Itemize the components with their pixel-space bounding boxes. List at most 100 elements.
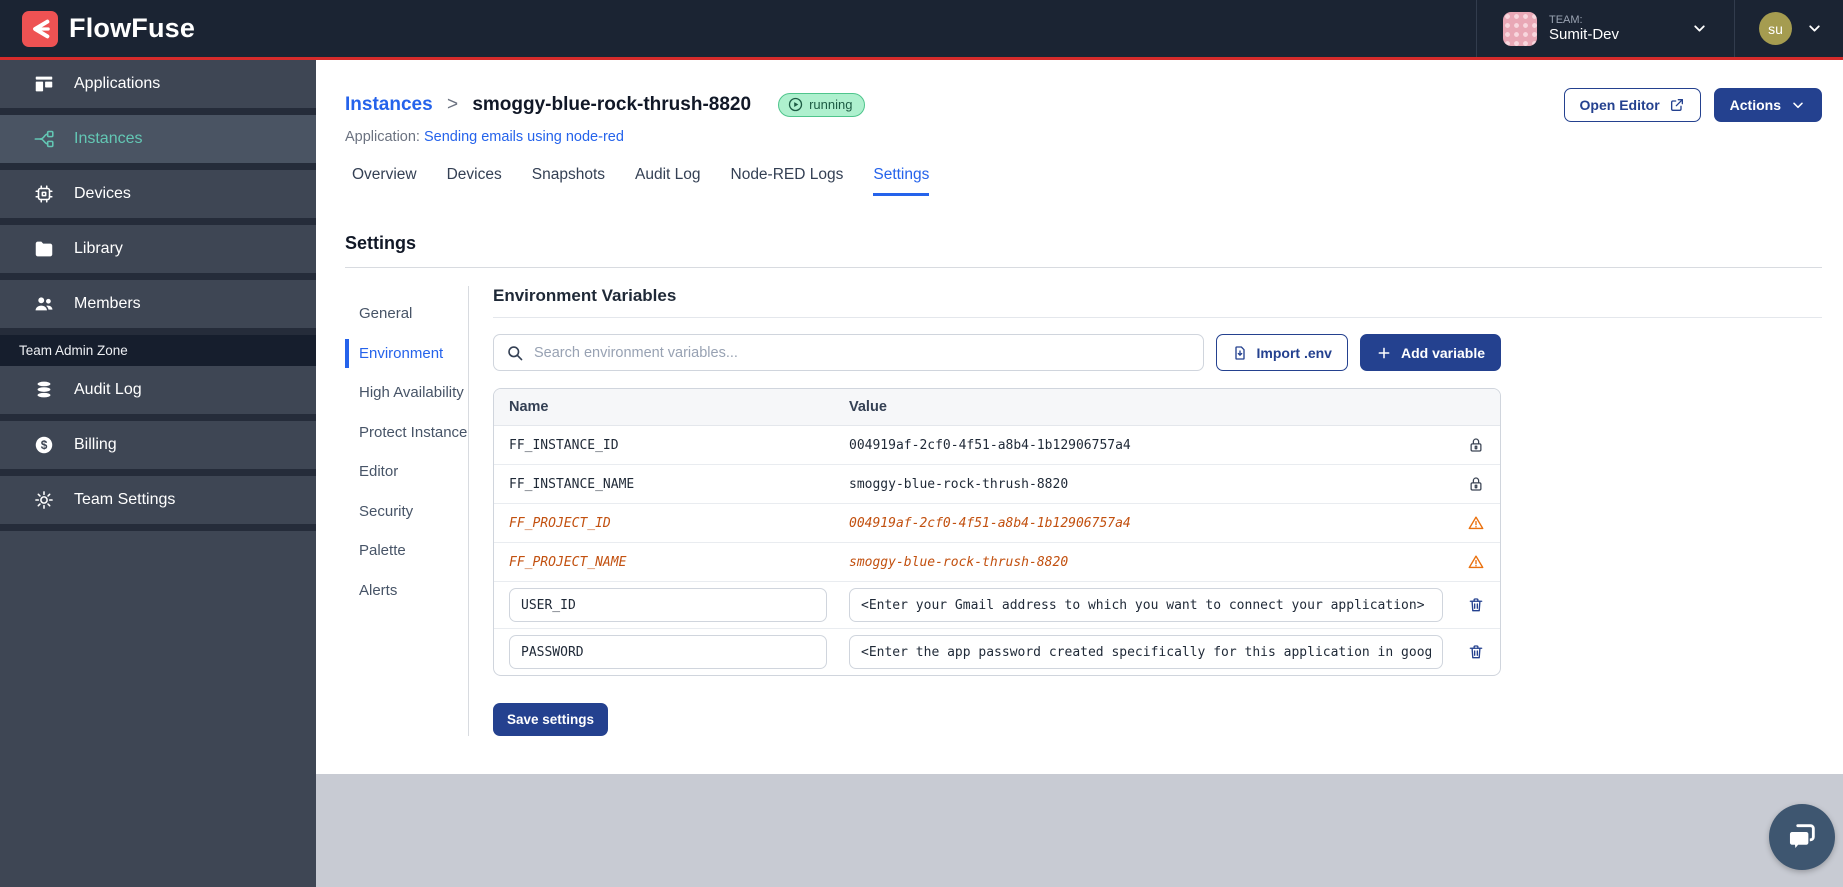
env-var-row: PASSWORD <Enter the app password created…	[494, 629, 1500, 675]
page-title: Settings	[345, 233, 417, 253]
billing-icon: $	[33, 434, 55, 456]
breadcrumb-instances-link[interactable]: Instances	[345, 94, 433, 115]
footer-area	[316, 774, 1843, 887]
env-var-value: smoggy-blue-rock-thrush-8820	[849, 476, 1069, 492]
column-header-value: Value	[849, 399, 887, 415]
application-link[interactable]: Sending emails using node-red	[424, 129, 624, 145]
sidebar-item-label: Library	[74, 240, 123, 257]
chat-widget-button[interactable]	[1769, 804, 1835, 870]
delete-variable-button[interactable]	[1467, 596, 1485, 614]
settings-nav-item-protect-instance[interactable]: Protect Instance	[345, 413, 468, 453]
warning-icon	[1467, 514, 1485, 532]
settings-nav-item-high-availability[interactable]: High Availability	[345, 373, 468, 413]
sidebar-item-members[interactable]: Members	[0, 280, 316, 335]
sidebar-item-label: Billing	[74, 436, 117, 453]
actions-button[interactable]: Actions	[1713, 88, 1822, 122]
warning-icon	[1467, 553, 1485, 571]
tab-devices[interactable]: Devices	[447, 166, 502, 196]
team-avatar	[1502, 11, 1537, 46]
topbar: FlowFuse TEAM: Sumit-Dev su	[0, 0, 1843, 57]
audit-log-icon	[33, 379, 55, 401]
settings-nav-item-security[interactable]: Security	[345, 492, 468, 532]
env-var-value: 004919af-2cf0-4f51-a8b4-1b12906757a4	[849, 515, 1131, 531]
team-name: Sumit-Dev	[1548, 26, 1619, 44]
sidebar-item-label: Applications	[74, 75, 161, 92]
search-input[interactable]	[534, 344, 1191, 361]
search-box	[493, 334, 1204, 371]
play-circle-icon	[788, 97, 803, 112]
sidebar-item-audit-log[interactable]: Audit Log	[0, 366, 316, 421]
title-divider	[345, 267, 1822, 268]
sidebar-item-team-settings[interactable]: Team Settings	[0, 476, 316, 531]
external-link-icon	[1670, 99, 1683, 111]
settings-nav: General Environment High Availability Prote…	[345, 286, 469, 736]
settings-nav-item-environment[interactable]: Environment	[345, 334, 468, 374]
breadcrumb: Instances > smoggy-blue-rock-thrush-8820	[345, 94, 751, 116]
team-label: TEAM:	[1548, 13, 1583, 26]
env-var-name: FF_PROJECT_NAME	[509, 554, 627, 570]
trash-icon	[1469, 645, 1483, 659]
tab-settings[interactable]: Settings	[873, 166, 930, 196]
section-title: Environment Variables	[493, 286, 1822, 318]
sidebar-item-label: Members	[74, 295, 141, 312]
flowfuse-logo[interactable]: FlowFuse	[22, 10, 196, 47]
env-var-name: FF_INSTANCE_ID	[509, 437, 619, 453]
sidebar-item-applications[interactable]: Applications	[0, 60, 316, 115]
chevron-down-icon	[1793, 102, 1803, 109]
env-variables-table: Name Value FF_INSTANCE_ID 004919af-2cf0-…	[493, 388, 1501, 676]
sidebar-item-label: Devices	[74, 185, 131, 202]
env-var-value-input[interactable]	[849, 588, 1443, 622]
settings-nav-item-editor[interactable]: Editor	[345, 452, 468, 492]
sidebar-item-instances[interactable]: Instances	[0, 115, 316, 170]
team-switcher[interactable]: TEAM: Sumit-Dev	[1475, 0, 1735, 57]
sidebar-item-label: Instances	[74, 130, 143, 147]
env-var-row: FF_INSTANCE_ID 004919af-2cf0-4f51-a8b4-1…	[494, 426, 1500, 465]
settings-nav-item-alerts[interactable]: Alerts	[345, 571, 468, 611]
import-env-button[interactable]: Import .env	[1215, 334, 1348, 371]
save-settings-button[interactable]: Save settings	[493, 703, 609, 736]
instances-icon	[33, 128, 55, 150]
breadcrumb-separator: >	[446, 94, 459, 115]
env-var-name: FF_PROJECT_ID	[509, 515, 611, 531]
lock-icon	[1467, 436, 1485, 454]
sidebar-item-devices[interactable]: Devices	[0, 170, 316, 225]
sidebar-item-label: Team Settings	[74, 491, 176, 508]
chat-icon	[1788, 824, 1815, 852]
sidebar-filler	[0, 531, 316, 887]
search-icon	[508, 345, 523, 360]
env-var-name-input[interactable]	[509, 588, 827, 622]
user-avatar: su	[1759, 12, 1792, 45]
tab-snapshots[interactable]: Snapshots	[532, 166, 605, 196]
svg-text:$: $	[41, 438, 48, 452]
delete-variable-button[interactable]	[1467, 643, 1485, 661]
sidebar-item-billing[interactable]: $ Billing	[0, 421, 316, 476]
add-variable-button[interactable]: Add variable	[1359, 334, 1501, 371]
sidebar-item-label: Audit Log	[74, 381, 142, 398]
env-var-value: smoggy-blue-rock-thrush-8820	[849, 554, 1069, 570]
applications-icon	[33, 73, 55, 95]
settings-nav-item-general[interactable]: General	[345, 294, 468, 334]
table-header: Name Value	[494, 389, 1500, 426]
open-editor-button[interactable]: Open Editor	[1563, 88, 1701, 122]
logo-text: FlowFuse	[69, 13, 196, 43]
tab-overview[interactable]: Overview	[352, 166, 417, 196]
settings-nav-item-palette[interactable]: Palette	[345, 531, 468, 571]
tab-audit-log[interactable]: Audit Log	[635, 166, 701, 196]
team-settings-icon	[33, 489, 55, 511]
env-var-name: FF_INSTANCE_NAME	[509, 476, 635, 492]
members-icon	[33, 293, 55, 315]
sidebar-item-library[interactable]: Library	[0, 225, 316, 280]
env-var-value: 004919af-2cf0-4f51-a8b4-1b12906757a4	[849, 437, 1131, 453]
team-admin-zone-label: Team Admin Zone	[0, 335, 316, 366]
env-var-row: FF_INSTANCE_NAME smoggy-blue-rock-thrush…	[494, 465, 1500, 504]
env-var-name-input[interactable]	[509, 635, 827, 669]
tab-node-red-logs[interactable]: Node-RED Logs	[731, 166, 844, 196]
plus-icon	[1378, 347, 1390, 358]
trash-icon	[1469, 598, 1483, 612]
chevron-down-icon	[1809, 25, 1820, 32]
env-var-value-input[interactable]	[849, 635, 1443, 669]
env-var-row: USER_ID <Enter your Gmail address to whi…	[494, 582, 1500, 629]
instance-name: smoggy-blue-rock-thrush-8820	[472, 94, 752, 115]
status-badge: running	[778, 93, 866, 117]
user-menu[interactable]: su	[1735, 0, 1843, 57]
